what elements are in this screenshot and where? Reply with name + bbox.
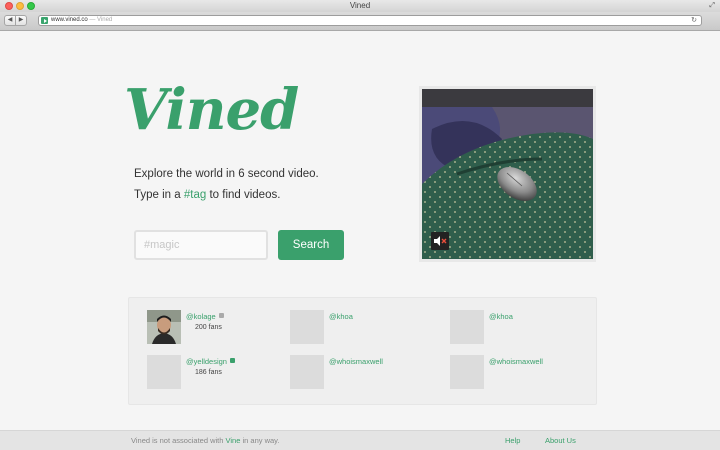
favicon-icon (41, 17, 48, 24)
speaker-muted-icon (434, 236, 447, 246)
status-badge (218, 313, 224, 318)
tag-example: #tag (183, 189, 207, 201)
fan-count: 200 fans (195, 324, 222, 331)
search-input[interactable] (134, 230, 268, 260)
vine-link[interactable]: Vine (226, 436, 241, 445)
user-name[interactable]: @kolage (186, 312, 224, 321)
avatar[interactable] (450, 355, 484, 389)
mute-button[interactable] (431, 232, 449, 250)
tagline-line-1: Explore the world in 6 second video. (134, 168, 319, 180)
user-name[interactable]: @whoismaxwell (489, 357, 543, 366)
reload-icon[interactable]: ↻ (691, 16, 697, 25)
fan-count: 186 fans (195, 369, 222, 376)
search-button[interactable]: Search (278, 230, 344, 260)
forward-button[interactable]: ▶ (15, 15, 27, 26)
disclaimer-text: Vined is not associated with Vine in any… (131, 436, 280, 445)
about-link[interactable]: About Us (545, 431, 576, 450)
user-name[interactable]: @yelldesign (186, 357, 235, 366)
avatar[interactable] (290, 355, 324, 389)
user-name[interactable]: @khoa (489, 312, 513, 321)
browser-toolbar: ◀ ▶ www.vined.co — Vined ↻ (0, 12, 720, 31)
featured-users-panel: @kolage 200 fans @khoa @khoa @yelldesign… (128, 297, 597, 405)
window-title: Vined (349, 1, 371, 10)
user-name[interactable]: @whoismaxwell (329, 357, 383, 366)
tagline-line-2: Type in a #tag to find videos. (134, 189, 281, 201)
avatar[interactable] (290, 310, 324, 344)
url-text: www.vined.co — Vined (51, 17, 113, 23)
footer: Vined is not associated with Vine in any… (0, 430, 720, 450)
avatar[interactable] (147, 355, 181, 389)
avatar-photo (147, 310, 181, 344)
vined-logo: Vined (124, 77, 299, 143)
avatar[interactable] (450, 310, 484, 344)
status-badge (229, 358, 235, 363)
fullscreen-icon[interactable]: ⤢ (709, 2, 715, 10)
avatar[interactable] (147, 310, 181, 344)
user-name[interactable]: @khoa (329, 312, 353, 321)
help-link[interactable]: Help (505, 431, 520, 450)
address-bar[interactable]: www.vined.co — Vined ↻ (38, 15, 702, 26)
